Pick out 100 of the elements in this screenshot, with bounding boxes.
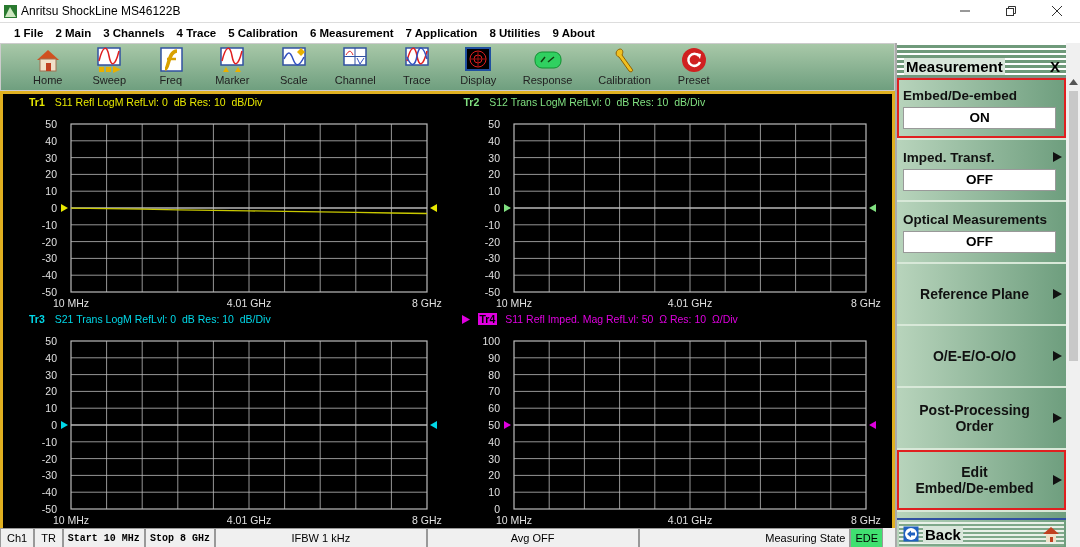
axis-tick-label: 10 [45,185,57,198]
axis-tick-label: 30 [487,151,500,164]
menu-item[interactable]: 3 Channels [97,27,171,39]
axis-tick-label: -30 [41,252,57,265]
reference-marker [430,421,437,429]
reference-marker [61,204,68,212]
status-text: IFBW 1 kHz [214,528,427,547]
menu-item[interactable]: 4 Trace [170,27,223,39]
window-title: Anritsu ShockLine MS46122B [21,4,182,18]
menu-item[interactable]: 1 File [8,27,50,39]
status-text: Avg OFF [426,528,639,547]
trace-label[interactable]: Tr1 [27,96,47,108]
toolbar-button[interactable]: Home [17,44,79,90]
scroll-up-icon [1068,79,1078,85]
menu-item[interactable]: 2 Main [49,27,98,39]
axis-tick-label: 4.01 GHz [226,514,272,526]
axis-tick-label: 4.01 GHz [226,297,272,309]
refresh-icon [679,47,708,73]
screen-icon [464,47,493,73]
axis-tick-label: 10 [45,402,57,415]
toolbar-button[interactable]: Scale [263,44,325,90]
trace-settings: S21 Trans LogM RefLvl: 0 dB Res: 10 dB/Div [54,313,271,325]
axis-tick-label: 0 [493,503,500,515]
scrollbar[interactable] [1066,43,1080,547]
trace-label[interactable]: Tr2 [461,96,482,108]
axis-tick-label: 50 [487,419,500,431]
axis-tick-label: -20 [41,235,57,248]
app-icon [4,4,17,18]
axis-tick-label: 10 MHz [52,297,90,309]
axis-tick-label: 40 [487,435,500,448]
value-field: ON [903,106,1056,129]
back-button[interactable]: Back [899,522,1064,546]
axis-tick-label: 100 [481,335,500,347]
marker-icon [218,47,247,73]
axis-tick-label: 4.01 GHz [667,514,712,526]
close-button[interactable]: X [1050,58,1060,75]
axis-tick-label: 50 [45,118,57,130]
axis-tick-label: -40 [41,269,57,282]
axis-tick-label: 8 GHz [850,297,881,309]
axis-tick-label: 70 [487,385,500,398]
trace-settings: S11 Refl Imped. Mag RefLvl: 50 Ω Res: 10 Ω/Div [505,313,738,325]
menu-item[interactable]: 9 About [546,27,601,39]
status-indicator: EDE [850,528,883,547]
axis-tick-label: 40 [45,351,57,364]
axis-tick-label: -10 [41,435,57,448]
axis-tick-label: 30 [45,368,57,381]
reference-marker [868,204,876,212]
value-field: OFF [903,168,1056,191]
reference-marker [430,204,437,212]
sweep-icon [95,47,124,73]
value-field: OFF [903,230,1056,253]
menu-button[interactable]: Embed/De-embed ON [897,78,1066,140]
axis-tick-label: 10 MHz [495,514,532,526]
axis-tick-label: -10 [484,218,500,231]
axis-tick-label: -20 [484,235,500,248]
axis-tick-label: -50 [484,286,500,298]
menu-item[interactable]: 8 Utilities [483,27,547,39]
toolbar-button[interactable]: Channel [324,44,386,90]
trace-label[interactable]: Tr3 [27,313,47,325]
axis-tick-label: 10 [487,185,500,198]
axis-tick-label: 30 [487,452,500,465]
status-text: TR [34,528,63,547]
toolbar-button[interactable]: Sweep [78,44,140,90]
status-text: Start 10 MHz [62,528,145,547]
axis-tick-label: -20 [41,452,57,465]
axis-tick-label: 0 [51,419,57,431]
axis-tick-label: 8 GHz [412,297,442,309]
axis-tick-label: 80 [487,368,500,381]
menu-button[interactable]: Imped. Transf. OFF [897,140,1066,202]
menu-button[interactable]: Optical Measurements OFF [897,202,1066,264]
axis-tick-label: 20 [487,168,500,181]
axis-tick-label: 90 [487,351,500,364]
axis-tick-label: 20 [45,385,57,398]
house-icon [1042,525,1060,543]
toolbar-button[interactable]: Trace [386,44,448,90]
toolbar-button[interactable]: Calibration [586,44,663,90]
axis-tick-label: 60 [487,402,500,415]
back-arrow-icon [903,526,919,542]
trace-label[interactable]: Tr4 [477,313,498,325]
toolbar-button[interactable]: Preset [663,44,725,90]
menu-item[interactable]: 7 Application [399,27,484,39]
panel-title: Measurement [904,58,1005,75]
status-text: Stop 8 GHz [144,528,215,547]
toolbar-button[interactable]: Freq [140,44,202,90]
menu-button[interactable]: Edit Embed/De-embed [897,450,1066,512]
toolbar-button[interactable]: Display [447,44,509,90]
axis-tick-label: 0 [493,202,500,214]
toolbar-button[interactable]: Marker [201,44,263,90]
menu-item[interactable]: 5 Calibration [222,27,304,39]
menu-item[interactable]: 6 Measurement [303,27,400,39]
toolbar-button[interactable]: Response [509,44,586,90]
close-icon [1052,6,1062,16]
reference-marker [61,421,68,429]
axis-tick-label: -10 [41,218,57,231]
trace-settings: S12 Trans LogM RefLvl: 0 dB Res: 10 dB/Div [489,96,706,108]
axis-tick-label: -50 [41,503,57,515]
axis-tick-label: -30 [484,252,500,265]
reference-marker [503,204,511,212]
axis-tick-label: 10 MHz [495,297,532,309]
axis-tick-label: -40 [484,269,500,282]
